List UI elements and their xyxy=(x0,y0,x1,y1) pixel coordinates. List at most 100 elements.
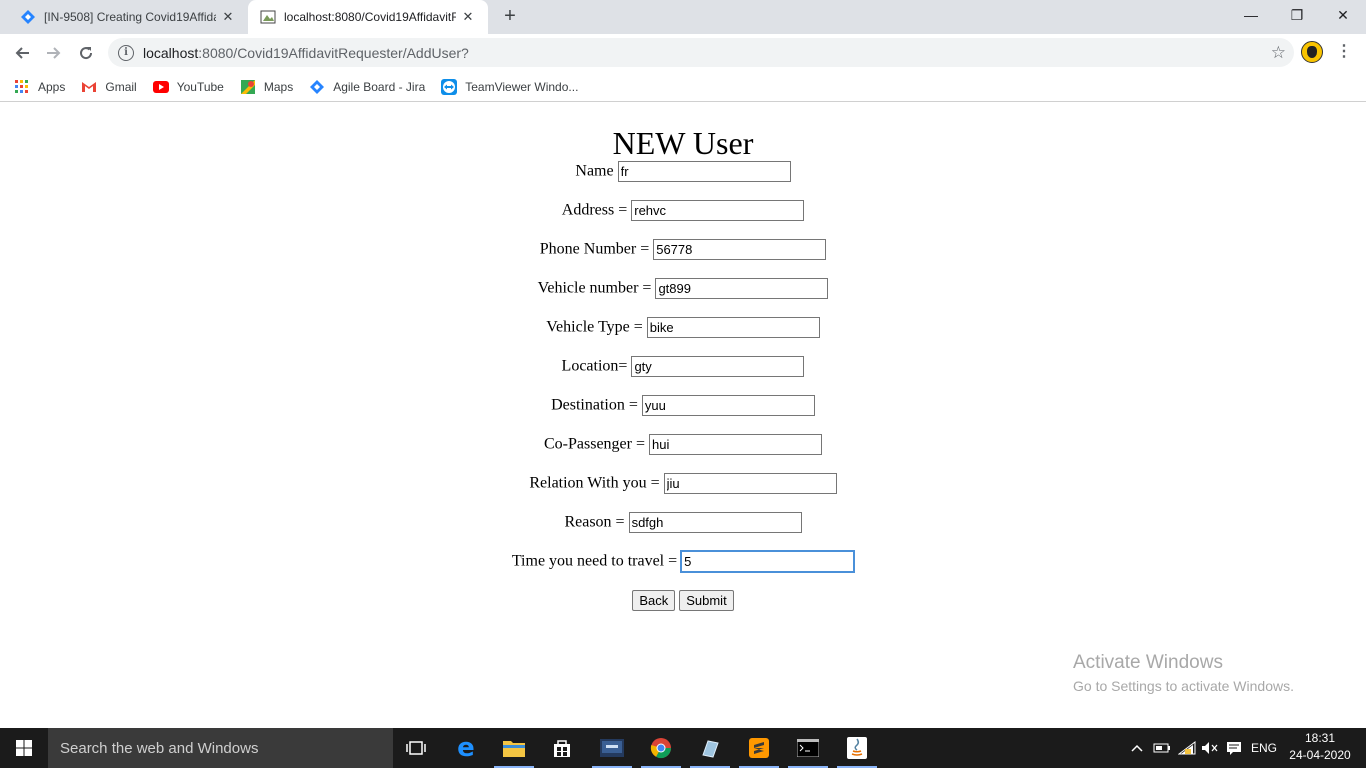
bookmark-label: Apps xyxy=(38,79,66,94)
forward-arrow-icon[interactable] xyxy=(40,39,68,67)
url-text: localhost:8080/Covid19AffidavitRequester… xyxy=(143,45,469,61)
form-row-destination: Destination = xyxy=(0,394,1366,416)
destination-input[interactable] xyxy=(641,394,815,416)
apps-grid-icon xyxy=(14,79,30,95)
page-title: NEW User xyxy=(612,125,754,161)
back-arrow-icon[interactable] xyxy=(8,39,36,67)
bookmark-label: YouTube xyxy=(176,79,224,94)
address-label: Address = xyxy=(561,201,628,219)
browser-toolbar: i localhost:8080/Covid19AffidavitRequest… xyxy=(0,34,1366,72)
page-content: NEW User Name Address = Phone Number = V… xyxy=(0,103,1366,728)
bookmark-gmail[interactable]: Gmail xyxy=(81,79,137,95)
form-row-address: Address = xyxy=(0,199,1366,221)
command-prompt-icon[interactable] xyxy=(784,728,832,768)
watermark-title: Activate Windows xyxy=(1073,652,1223,673)
mysql-workbench-icon[interactable] xyxy=(588,728,636,768)
relation-input[interactable] xyxy=(663,472,837,494)
start-button[interactable] xyxy=(0,728,48,768)
battery-icon[interactable] xyxy=(1153,728,1171,768)
action-center-icon[interactable] xyxy=(1226,728,1242,768)
clock-time: 18:31 xyxy=(1304,731,1336,745)
edge-browser-icon[interactable]: e xyxy=(442,728,490,768)
java-icon[interactable] xyxy=(833,728,881,768)
bookmark-label: TeamViewer Windo... xyxy=(465,79,579,94)
phone-number-input[interactable] xyxy=(653,238,827,260)
destination-label: Destination = xyxy=(551,396,638,414)
co-passenger-label: Co-Passenger = xyxy=(543,435,645,453)
app-icon[interactable] xyxy=(686,728,734,768)
gmail-icon xyxy=(81,79,97,95)
tab-add-user[interactable]: localhost:8080/Covid19AffidavitR ✕ xyxy=(248,0,488,34)
language-indicator[interactable]: ENG xyxy=(1251,728,1277,768)
close-window-button[interactable]: ✕ xyxy=(1320,0,1366,30)
bookmark-jira[interactable]: Agile Board - Jira xyxy=(309,79,425,95)
vehicle-type-input[interactable] xyxy=(646,316,820,338)
reload-icon[interactable] xyxy=(72,39,100,67)
tab-title: [IN-9508] Creating Covid19Affida xyxy=(44,10,216,24)
travel-time-input[interactable] xyxy=(680,549,856,573)
teamviewer-icon xyxy=(441,78,458,95)
minimize-button[interactable]: — xyxy=(1228,0,1274,30)
form-row-location: Location= xyxy=(0,355,1366,377)
bookmark-youtube[interactable]: YouTube xyxy=(152,79,224,95)
tab-title: localhost:8080/Covid19AffidavitR xyxy=(284,10,456,24)
form-row-phone: Phone Number = xyxy=(0,238,1366,260)
windows-taskbar: Search the web and Windows e ENG 18:31 2… xyxy=(0,728,1366,768)
name-label: Name xyxy=(575,162,614,180)
taskbar-search-placeholder: Search the web and Windows xyxy=(60,739,259,757)
site-info-icon[interactable]: i xyxy=(118,44,134,61)
bookmark-label: Agile Board - Jira xyxy=(333,79,426,94)
vehicle-number-input[interactable] xyxy=(655,277,829,299)
location-input[interactable] xyxy=(631,355,805,377)
form-row-name: Name xyxy=(0,160,1366,182)
bookmark-maps[interactable]: Maps xyxy=(240,79,293,95)
profile-avatar[interactable] xyxy=(1301,41,1323,63)
task-view-icon[interactable] xyxy=(392,728,440,768)
reason-label: Reason = xyxy=(564,513,625,531)
clock-date: 24-04-2020 xyxy=(1289,748,1351,762)
address-bar[interactable]: i localhost:8080/Covid19AffidavitRequest… xyxy=(108,38,1294,67)
taskbar-search-box[interactable]: Search the web and Windows xyxy=(48,728,393,768)
location-label: Location= xyxy=(561,357,628,375)
close-tab-icon[interactable]: ✕ xyxy=(220,9,236,25)
maps-icon xyxy=(240,79,256,95)
form-row-co-passenger: Co-Passenger = xyxy=(0,433,1366,455)
form-row-vehicle-type: Vehicle Type = xyxy=(0,316,1366,338)
maximize-button[interactable]: ❐ xyxy=(1274,0,1320,30)
activate-windows-watermark: Activate Windows Go to Settings to activ… xyxy=(1073,652,1294,698)
form-row-travel-time: Time you need to travel = xyxy=(0,549,1366,573)
taskbar-clock[interactable]: 18:31 24-04-2020 xyxy=(1288,730,1352,764)
watermark-subtitle: Go to Settings to activate Windows. xyxy=(1073,678,1294,694)
reason-input[interactable] xyxy=(628,511,802,533)
bookmark-apps[interactable]: Apps xyxy=(14,79,65,95)
volume-muted-icon[interactable] xyxy=(1201,728,1219,768)
bookmark-star-icon[interactable]: ☆ xyxy=(1271,43,1286,63)
submit-button[interactable]: Submit xyxy=(679,590,734,611)
form-actions: Back Submit xyxy=(0,590,1366,611)
address-input[interactable] xyxy=(631,199,805,221)
travel-time-label: Time you need to travel = xyxy=(511,552,678,570)
tab-jira[interactable]: [IN-9508] Creating Covid19Affida ✕ xyxy=(8,0,248,34)
store-icon[interactable] xyxy=(538,728,586,768)
show-hidden-icons-chevron-icon[interactable] xyxy=(1130,728,1144,768)
bookmark-teamviewer[interactable]: TeamViewer Windo... xyxy=(441,78,579,95)
back-button[interactable]: Back xyxy=(632,590,676,611)
url-host: localhost xyxy=(143,44,199,61)
url-path: :8080/Covid19AffidavitRequester/AddUser? xyxy=(198,44,469,61)
wifi-icon[interactable] xyxy=(1178,728,1196,768)
jira-icon xyxy=(309,79,325,95)
chrome-icon[interactable] xyxy=(637,728,685,768)
sublime-text-icon[interactable] xyxy=(735,728,783,768)
co-passenger-input[interactable] xyxy=(649,433,822,455)
chrome-menu-icon[interactable]: ⋮ xyxy=(1336,42,1352,62)
tab-strip: [IN-9508] Creating Covid19Affida ✕ local… xyxy=(0,0,1366,34)
vehicle-number-label: Vehicle number = xyxy=(537,279,652,297)
name-input[interactable] xyxy=(617,160,791,182)
close-tab-icon[interactable]: ✕ xyxy=(460,9,476,25)
phone-number-label: Phone Number = xyxy=(539,240,650,258)
new-tab-button[interactable]: + xyxy=(498,5,522,29)
form-row-relation: Relation With you = xyxy=(0,472,1366,494)
relation-label: Relation With you = xyxy=(529,474,660,492)
file-explorer-icon[interactable] xyxy=(490,728,538,768)
form-row-vehicle-number: Vehicle number = xyxy=(0,277,1366,299)
